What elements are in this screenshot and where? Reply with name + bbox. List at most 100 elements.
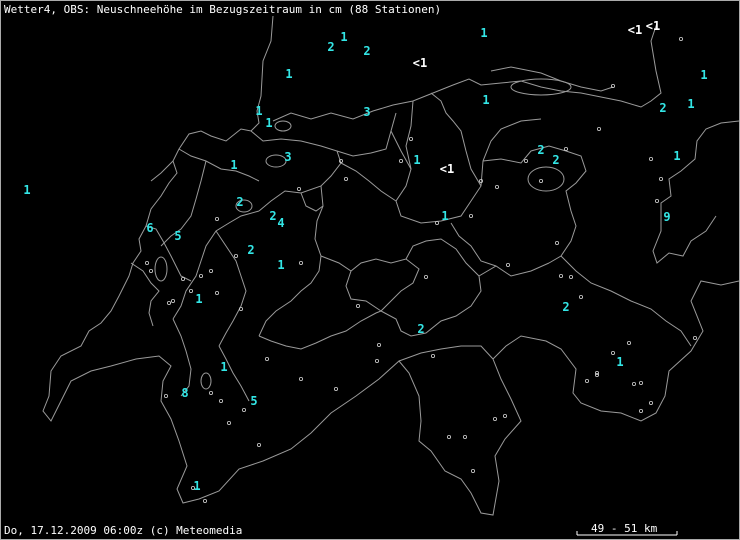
- station-dot: [555, 240, 560, 245]
- station-dot: [233, 253, 238, 258]
- snow-value-label: 1: [687, 97, 694, 111]
- border-line: [250, 130, 342, 212]
- snow-value-label: 2: [659, 101, 666, 115]
- border-line: [390, 118, 542, 224]
- station-dot: [505, 262, 510, 267]
- station-dot: [188, 288, 193, 293]
- station-dot: [649, 400, 654, 405]
- snow-value-label: 2: [537, 143, 544, 157]
- snow-value-label: 1: [255, 104, 262, 118]
- snow-value-label: 1: [193, 479, 200, 493]
- map-canvas: 2121 <1 <11 111311 2131 1<1221242659211211851…: [23, 15, 739, 536]
- snow-value-label: 2: [363, 44, 370, 58]
- station-dot: [166, 300, 171, 305]
- snow-value-label: 2: [552, 153, 559, 167]
- station-dot: [679, 37, 684, 42]
- snow-value-label: 2: [269, 209, 276, 223]
- border-line: [300, 192, 324, 212]
- station-dot: [462, 434, 467, 439]
- station-dot: [659, 176, 664, 181]
- border-line: [398, 345, 494, 362]
- snow-value-label: 1: [195, 292, 202, 306]
- station-dot: [468, 213, 473, 218]
- station-dot: [343, 176, 348, 181]
- snow-value-label: 1: [265, 116, 272, 130]
- border-line: [652, 120, 739, 264]
- station-dot: [627, 340, 632, 345]
- lake-outline: [527, 166, 565, 192]
- snow-value-label: <1: [646, 19, 660, 33]
- station-dot: [539, 178, 544, 183]
- station-dot: [502, 413, 507, 418]
- station-dot: [202, 498, 207, 503]
- station-dot: [218, 398, 223, 403]
- station-dot: [180, 276, 185, 281]
- snow-value-label: 1: [220, 360, 227, 374]
- lake-outline: [154, 256, 168, 282]
- station-dot: [446, 434, 451, 439]
- snow-value-label: 1: [340, 30, 347, 44]
- snow-value-label: 1: [230, 158, 237, 172]
- station-dot: [579, 294, 584, 299]
- station-dot: [494, 184, 499, 189]
- station-dot: [430, 353, 435, 358]
- station-dot: [376, 342, 381, 347]
- station-dot: [264, 356, 269, 361]
- snow-value-label: 1: [673, 149, 680, 163]
- snow-value-label: 9: [663, 210, 670, 224]
- station-dot: [569, 274, 574, 279]
- border-line: [560, 255, 692, 347]
- snow-value-label: 1: [480, 26, 487, 40]
- station-dot: [639, 380, 644, 385]
- station-dot: [256, 442, 261, 447]
- station-dot: [408, 136, 413, 141]
- station-dot: [214, 216, 219, 221]
- lake-outline: [200, 372, 212, 390]
- station-dot: [355, 303, 360, 308]
- station-dot: [298, 376, 303, 381]
- station-dot: [632, 381, 637, 386]
- station-dot: [298, 260, 303, 265]
- border-line: [430, 92, 482, 187]
- station-dot: [144, 260, 149, 265]
- border-line: [42, 15, 739, 516]
- snow-value-label: 4: [277, 216, 284, 230]
- station-dot: [296, 186, 301, 191]
- station-dot: [655, 198, 660, 203]
- border-line: [178, 148, 260, 182]
- border-line: [490, 66, 614, 92]
- snow-value-label: 6: [146, 221, 153, 235]
- station-dot: [333, 386, 338, 391]
- lake-outline: [265, 154, 287, 168]
- border-line: [405, 100, 414, 170]
- border-line: [405, 238, 480, 277]
- region-borders: [42, 15, 739, 516]
- station-dot: [241, 407, 246, 412]
- station-dot: [398, 158, 403, 163]
- snow-value-label: 2: [247, 243, 254, 257]
- snow-value-label: 2: [417, 322, 424, 336]
- border-line: [320, 255, 420, 312]
- station-dot: [208, 390, 213, 395]
- scale-label: 49 - 51 km: [591, 522, 658, 535]
- lake-outline: [274, 120, 292, 132]
- snow-value-label: 1: [441, 209, 448, 223]
- border-line: [150, 160, 174, 182]
- station-dot: [693, 335, 698, 340]
- map-title: Wetter4, OBS: Neuschneehöhe im Bezugszei…: [4, 3, 442, 16]
- station-dot: [639, 408, 644, 413]
- snow-value-label: 2: [562, 300, 569, 314]
- snow-value-label: 1: [23, 183, 30, 197]
- snow-value-label: 1: [700, 68, 707, 82]
- border-line: [215, 230, 247, 347]
- station-dot: [470, 468, 475, 473]
- border-line: [160, 160, 207, 247]
- snow-value-label: <1: [628, 23, 642, 37]
- border-line: [336, 112, 397, 157]
- station-dot: [585, 378, 590, 383]
- station-dot: [226, 420, 231, 425]
- weather-map: 2 1 2 1 <1 <1 1 1 1 1 3 1 1 2 1 3 1 1 <1 2 2 1 2 4 2 6 5 9 2 1 1 2 1 1 8 5 1…: [0, 0, 740, 540]
- station-dot: [649, 156, 654, 161]
- snow-value-label: 5: [250, 394, 257, 408]
- snow-value-label: 1: [616, 355, 623, 369]
